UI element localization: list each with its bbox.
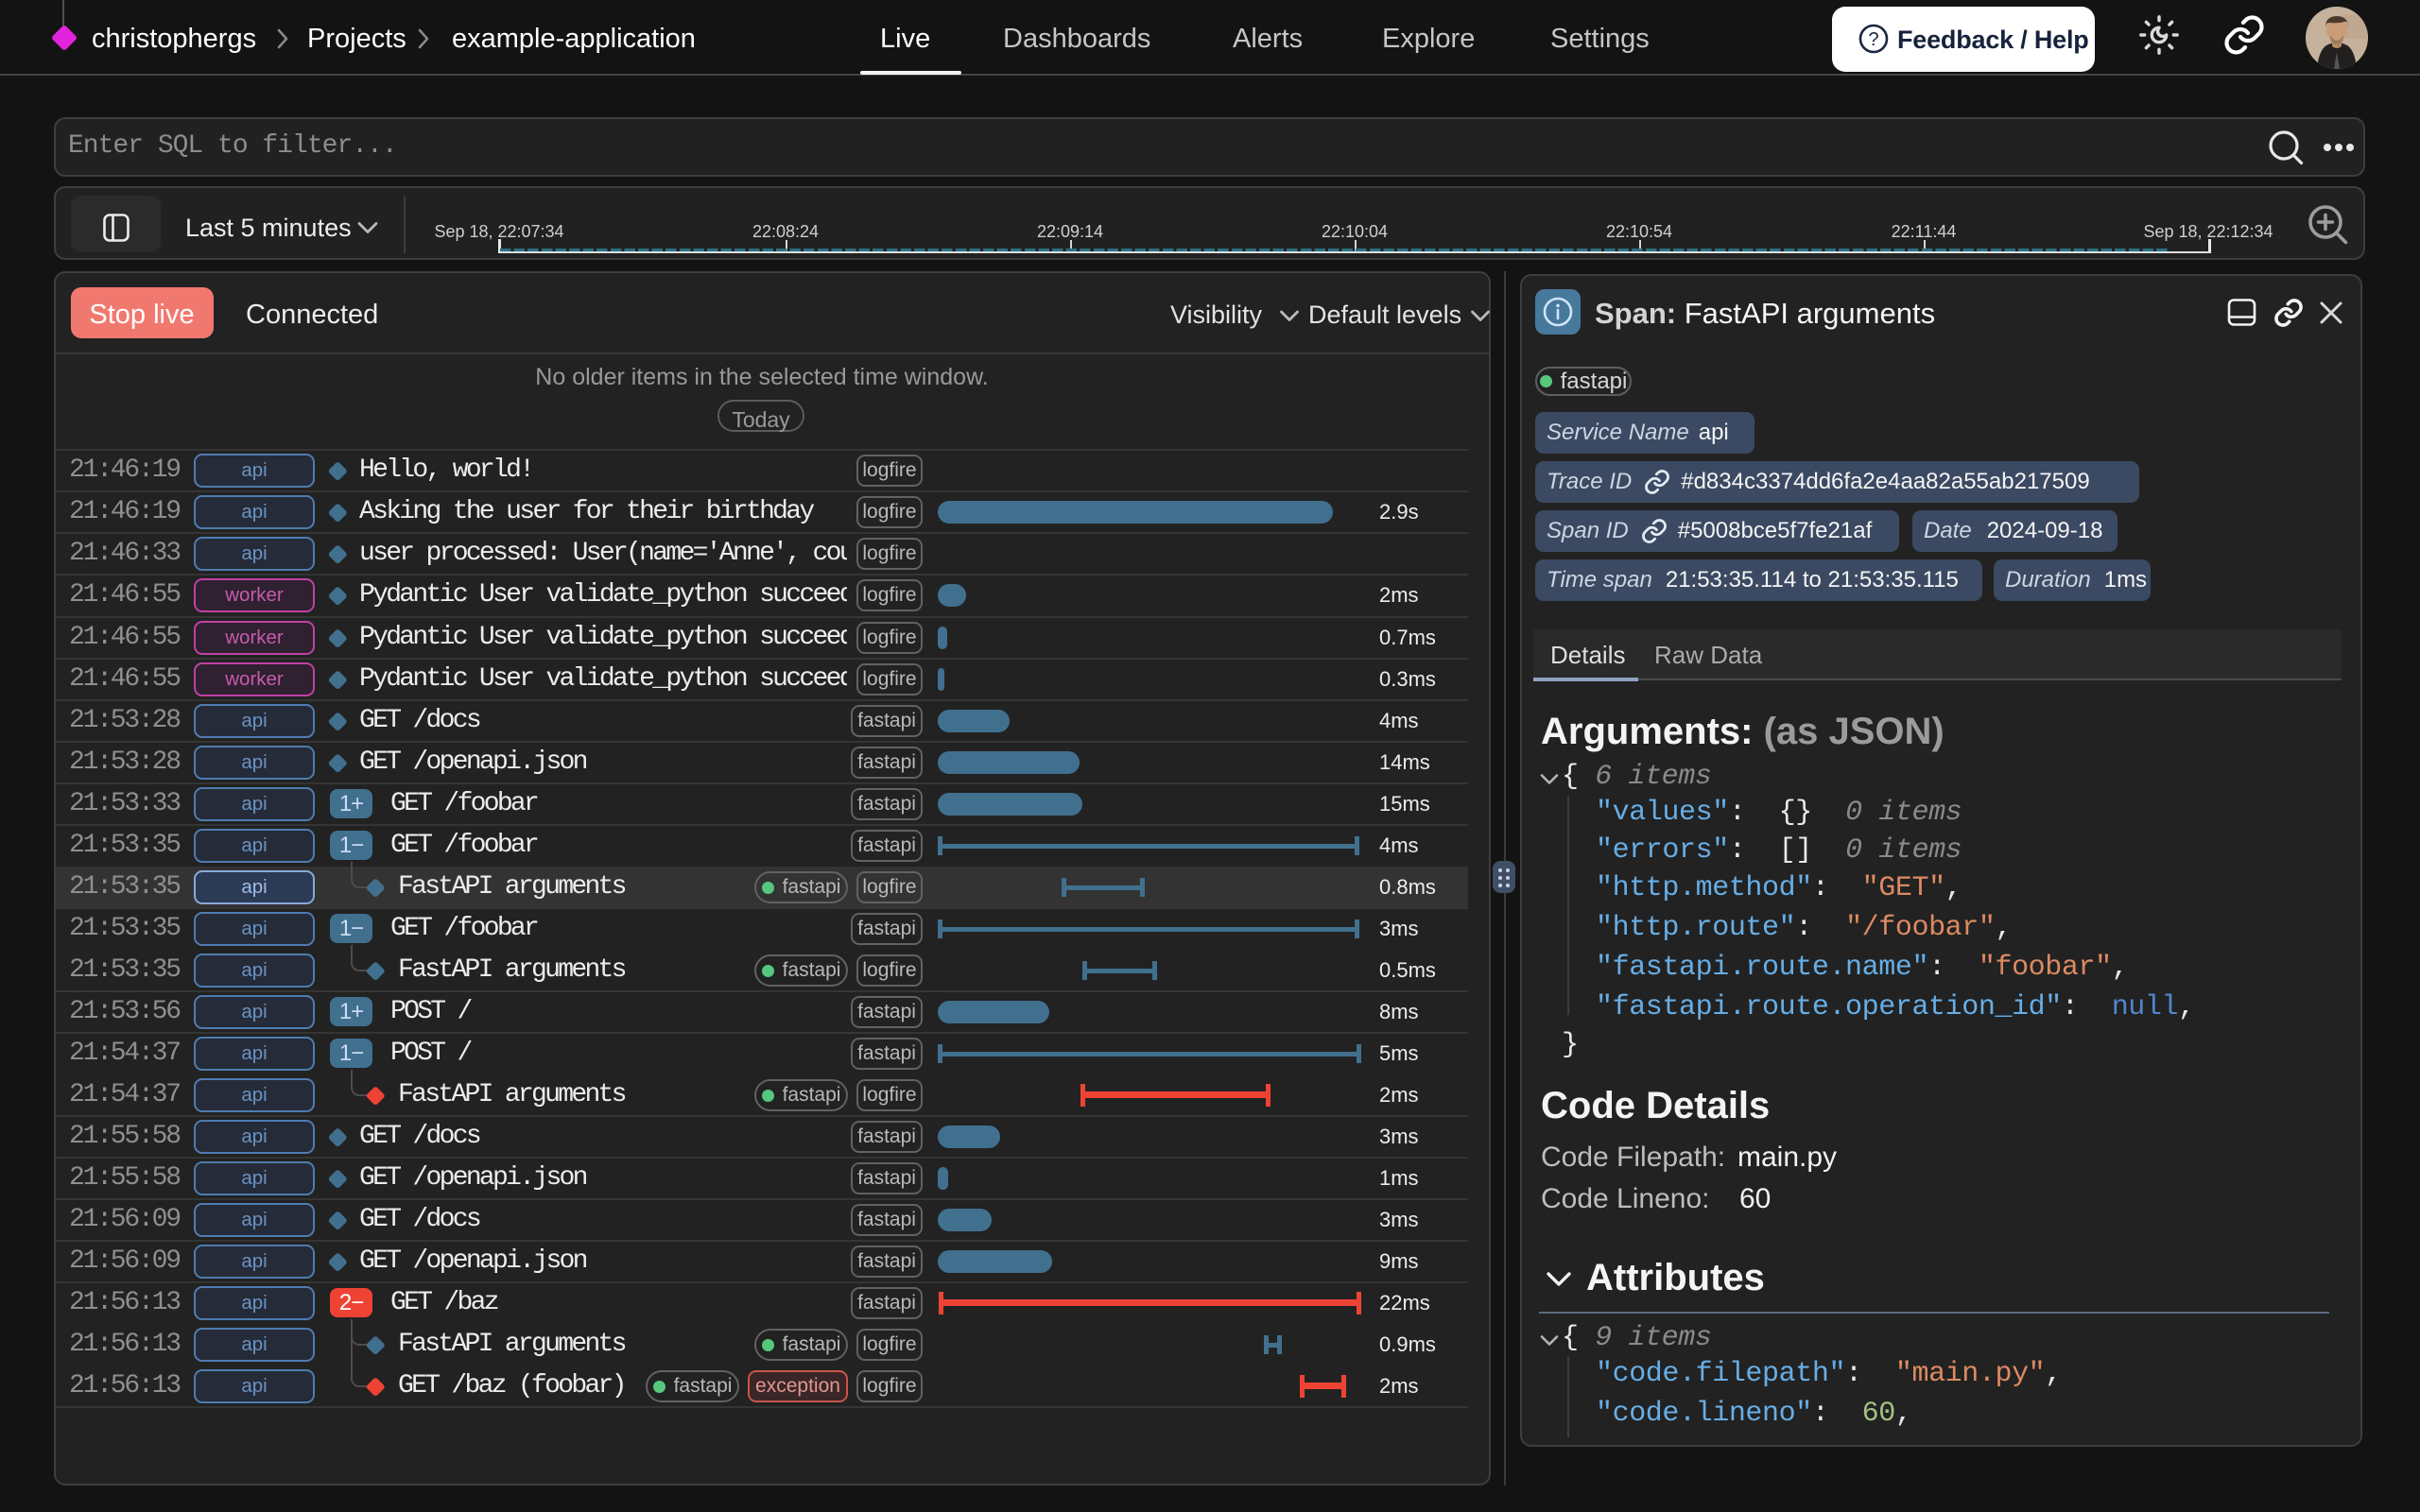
svg-text:?: ? bbox=[1868, 29, 1878, 50]
